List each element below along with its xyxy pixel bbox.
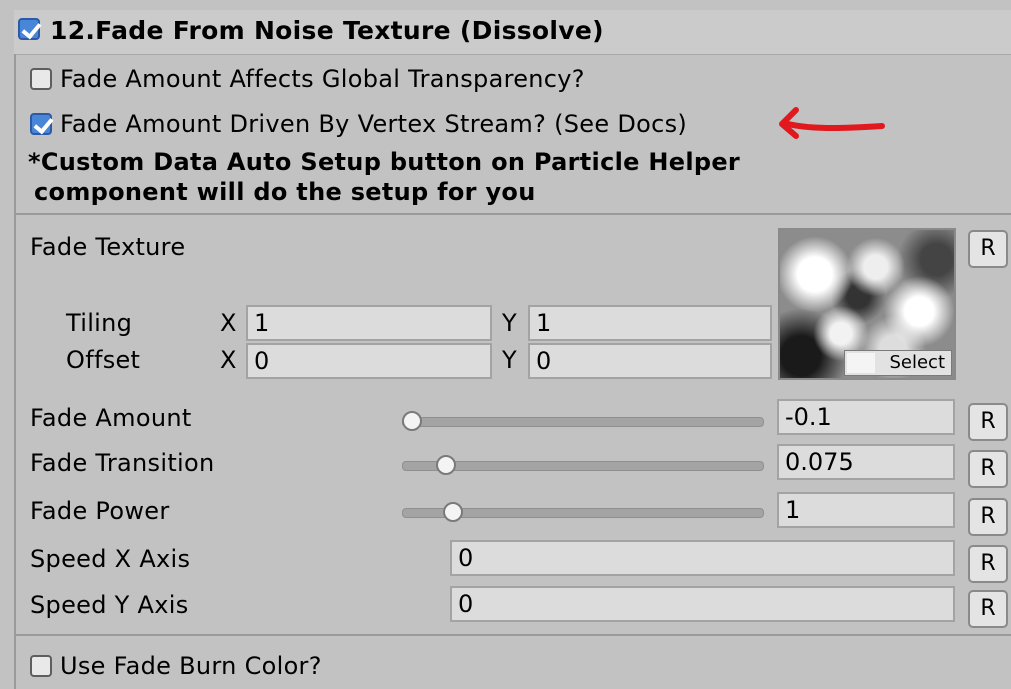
global-transparency-label: Fade Amount Affects Global Transparency? [60,65,585,93]
fade-amount-reset-button[interactable]: R [968,403,1008,441]
speed-y-label: Speed Y Axis [30,591,189,619]
speed-y-field[interactable]: 0 [450,586,955,622]
vertex-stream-checkbox[interactable] [30,113,52,135]
fade-transition-slider-knob[interactable] [436,455,456,475]
tiling-x-field[interactable]: 1 [246,305,492,341]
fade-power-slider-knob[interactable] [442,502,463,522]
fade-power-field[interactable]: 1 [777,492,955,528]
note-line-2: component will do the setup for you [34,178,536,206]
fade-texture-preview[interactable]: Select [778,228,956,380]
fade-power-label: Fade Power [30,497,170,525]
speed-y-reset-button[interactable]: R [968,590,1008,628]
select-swatch [847,353,875,373]
speed-x-field[interactable]: 0 [450,540,955,576]
offset-label: Offset [66,346,141,374]
speed-x-label: Speed X Axis [30,545,191,573]
fade-amount-slider-track[interactable] [402,417,764,427]
fade-transition-slider-track[interactable] [402,461,764,471]
offset-x-label: X [220,346,237,374]
panel-left-border [14,54,16,689]
vertex-stream-label: Fade Amount Driven By Vertex Stream? (Se… [60,110,688,138]
offset-y-label: Y [502,346,517,374]
select-label: Select [889,352,945,373]
fade-transition-reset-button[interactable]: R [968,450,1008,488]
fade-texture-label: Fade Texture [30,233,186,261]
burn-color-checkbox[interactable] [30,655,52,677]
tiling-label: Tiling [66,309,133,337]
speed-x-reset-button[interactable]: R [968,545,1008,583]
global-transparency-checkbox[interactable] [30,68,52,90]
tiling-x-label: X [220,309,237,337]
offset-y-field[interactable]: 0 [528,343,772,379]
fade-transition-label: Fade Transition [30,449,215,477]
tiling-y-label: Y [502,309,517,337]
fade-amount-field[interactable]: -0.1 [777,399,955,435]
red-arrow-icon [779,107,885,139]
section-enable-checkbox[interactable] [18,18,40,40]
offset-x-field[interactable]: 0 [246,343,492,379]
fade-transition-field[interactable]: 0.075 [777,444,955,480]
fade-amount-slider-knob[interactable] [402,411,422,431]
fade-power-reset-button[interactable]: R [968,498,1008,536]
fade-texture-reset-button[interactable]: R [968,230,1008,268]
divider [16,213,1011,215]
texture-select-button[interactable]: Select [844,350,952,376]
divider [16,634,1011,636]
section-title: 12.Fade From Noise Texture (Dissolve) [50,16,604,45]
fade-amount-label: Fade Amount [30,404,192,432]
tiling-y-field[interactable]: 1 [528,305,772,341]
note-line-1: *Custom Data Auto Setup button on Partic… [28,148,741,176]
burn-color-label: Use Fade Burn Color? [60,652,322,680]
